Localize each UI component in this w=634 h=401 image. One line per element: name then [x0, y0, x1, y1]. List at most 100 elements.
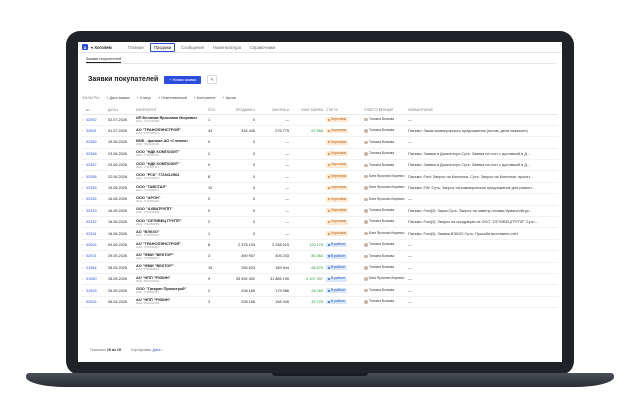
order-number[interactable]: 02004 [86, 296, 108, 309]
responsible-cell[interactable]: Татьяна Волкова [364, 262, 408, 274]
table-row[interactable]: › 02001 29.05.2026 АО "ФМИ "ВЕКТОР" ИНН: 772… [82, 250, 558, 263]
responsible-cell[interactable]: Татьяна Волкова [364, 125, 408, 138]
table-row[interactable]: › 02334 16.06.2026 ООО "АРОН" ИНН: 771965442… [82, 193, 558, 206]
order-number[interactable]: 02368 [86, 148, 108, 161]
status-cell[interactable]: Черновик [326, 148, 364, 161]
subtab-customer-orders[interactable]: Заявки покупателей [86, 57, 122, 63]
table-row[interactable]: › 02368 23.06.2026 ООО "НДК КОМПОЗИТ" ИНН: 7… [82, 148, 558, 161]
status-cell[interactable]: Черновик [326, 125, 364, 138]
order-number[interactable]: 02334 [86, 193, 108, 206]
order-number[interactable]: 02332 [86, 216, 108, 229]
status-cell[interactable]: Черновик [326, 170, 364, 183]
status-cell[interactable]: Черновик [326, 136, 364, 149]
filter-date[interactable]: + Дата заявки [106, 96, 129, 100]
counterparty-cell[interactable]: АО "ТРАНСФЭНСТРОЙ" ИНН: 7702348412 [136, 125, 208, 138]
counterparty-cell[interactable]: ООО "РСК" 7723412564 ИНН: 7723412564 [136, 170, 208, 183]
responsible-cell[interactable]: Татьяна Волкова [364, 136, 408, 149]
counterparty-cell[interactable]: ООО "АРОН" ИНН: 7719654420 [136, 193, 208, 206]
counterparty-cell[interactable]: ООО "Гагарин Промстрой" ИНН: 7720654321 [136, 284, 208, 297]
table-row[interactable]: › 02333 16.06.2026 ООО "АХВАТРУПП" ИНН: 7701… [82, 205, 558, 218]
tab-references[interactable]: Справочники [247, 44, 278, 51]
table-row[interactable]: › 01950 28.05.2026 АО "НПП "РУБИН" ИНН: 5834… [82, 273, 558, 286]
tab-sales[interactable]: Продажи [149, 42, 176, 52]
filter-responsible[interactable]: + Ответственный [158, 96, 187, 100]
col-responsible[interactable]: ОТВЕТСТВЕННЫЙ [364, 106, 408, 115]
counterparty-cell[interactable]: АО "ФМИ "ВЕКТОР" ИНН: 7725890012 [136, 262, 208, 274]
status-cell[interactable]: В работе [326, 296, 364, 309]
table-row[interactable]: › 01925 25.05.2026 ООО "Гагарин Промстрой" И… [82, 284, 558, 297]
counterparty-cell[interactable]: КБФ - филиал АО «Гленмо» ИНН: 7813241290 [136, 136, 208, 149]
counterparty-cell[interactable]: ООО "АХВАТРУПП" ИНН: 7701212890 [136, 205, 208, 218]
col-date[interactable]: ДАТА ▾ [108, 106, 136, 115]
table-row[interactable]: › 02004 04.06.2026 АО "ТРАНСФЭНСТРОЙ" ИНН: 7… [82, 239, 558, 252]
company-switcher[interactable]: ▾ Хоголем [91, 45, 112, 50]
new-order-button[interactable]: + Новая заявка [164, 75, 202, 84]
table-row[interactable]: › 01984 28.05.2026 АО "ФМИ "ВЕКТОР" ИНН: 772… [82, 262, 558, 274]
counterparty-cell[interactable]: АО "ТРАНСФЭНСТРОЙ" ИНН: 7702348412 [136, 239, 208, 252]
responsible-cell[interactable]: Батя Ярослав Игоревич [364, 227, 408, 240]
table-row[interactable]: › 02369 19.06.2026 КБФ - филиал АО «Гленмо»… [82, 136, 558, 149]
responsible-cell[interactable]: Батя Ярослав Игоревич [364, 182, 408, 195]
filter-archive[interactable]: + Архив [223, 96, 236, 100]
counterparty-cell[interactable]: АО "ФМИ "ВЕКТОР" ИНН: 7725890012 [136, 250, 208, 263]
counterparty-cell[interactable]: ООО "НДК КОМПОЗИТ" ИНН: 7716327412 [136, 148, 208, 161]
status-cell[interactable]: Черновик [326, 216, 364, 229]
counterparty-cell[interactable]: ООО "ГАВСТАЛ" ИНН: 7714389871 [136, 182, 208, 195]
col-counterparty[interactable]: КОНТРАГЕНТ [136, 106, 208, 115]
order-number[interactable]: 02591 [86, 125, 108, 138]
order-number[interactable]: 01984 [86, 262, 108, 274]
order-number[interactable]: 02331 [86, 227, 108, 240]
responsible-cell[interactable]: Татьяна Волкова [364, 216, 408, 229]
responsible-cell[interactable]: Татьяна Волкова [364, 284, 408, 297]
tab-home[interactable]: Главная [125, 44, 147, 51]
order-number[interactable]: 02592 [86, 114, 108, 126]
table-row[interactable]: › 02004 08.04.2026 АО "НПП "РУБИН" ИНН: 5834… [82, 296, 558, 309]
responsible-cell[interactable]: Татьяна Волкова [364, 205, 408, 218]
col-positions[interactable]: ПОЗ. [208, 106, 224, 115]
responsible-cell[interactable]: Татьяна Волкова [364, 159, 408, 172]
status-cell[interactable]: Черновик [326, 227, 364, 240]
order-number[interactable]: 02367 [86, 159, 108, 172]
counterparty-cell[interactable]: ООО "НДК КОМПОЗИТ" ИНН: 7716327412 [136, 159, 208, 172]
sort-indicator[interactable]: Сортировка: Дата ↓ [131, 348, 164, 352]
status-cell[interactable]: Черновик [326, 114, 364, 126]
col-number[interactable]: № [86, 106, 108, 115]
filter-counterparty[interactable]: + Контрагент [194, 96, 216, 100]
table-row[interactable]: › 02592 02.07.2026 ИП Беляева Ярослава Игор… [82, 114, 558, 126]
responsible-cell[interactable]: Батя Ярослав Игоревич [364, 170, 408, 183]
table-row[interactable]: › 02331 16.06.2026 АО "ВЭКЗО" ИНН: 770876543… [82, 227, 558, 240]
counterparty-cell[interactable]: АО "НПП "РУБИН" ИНН: 5834012345 [136, 296, 208, 309]
responsible-cell[interactable]: Татьяна Волкова [364, 148, 408, 161]
order-number[interactable]: 02333 [86, 205, 108, 218]
order-number[interactable]: 02001 [86, 250, 108, 263]
tab-messages[interactable]: Сообщения [178, 44, 207, 51]
status-cell[interactable]: Черновик [326, 193, 364, 206]
order-number[interactable]: 01950 [86, 273, 108, 286]
responsible-cell[interactable]: Батя Ярослав Игоревич [364, 273, 408, 286]
tab-nomenclature[interactable]: Номенклатура [210, 44, 244, 51]
table-row[interactable]: › 02332 16.06.2026 ООО "СЕТИВЕЦ ГРУПП" ИНН: … [82, 216, 558, 229]
order-number[interactable]: 01925 [86, 284, 108, 297]
counterparty-cell[interactable]: ИП Беляева Ярослава Игоревич ИНН: 7721345… [136, 114, 208, 126]
status-cell[interactable]: В работе [326, 273, 364, 286]
col-comment[interactable]: КОММЕНТАРИЙ [408, 106, 558, 115]
status-cell[interactable]: В работе [326, 250, 364, 263]
status-cell[interactable]: Черновик [326, 182, 364, 195]
status-cell[interactable]: Черновик [326, 159, 364, 172]
order-number[interactable]: 02356 [86, 170, 108, 183]
order-number[interactable]: 02369 [86, 136, 108, 149]
col-status[interactable]: СТАТУС [326, 106, 364, 115]
col-purchase[interactable]: ЗАКУПКА ₽ [258, 106, 292, 115]
order-number[interactable]: 02004 [86, 239, 108, 252]
responsible-cell[interactable]: Батя Ярослав Игоревич [364, 193, 408, 206]
col-sales[interactable]: ПРОДАЖИ ₽ [224, 106, 258, 115]
counterparty-cell[interactable]: АО "НПП "РУБИН" ИНН: 5834012345 [136, 273, 208, 286]
status-cell[interactable]: Черновик [326, 205, 364, 218]
responsible-cell[interactable]: Татьяна Волкова [364, 114, 408, 126]
status-cell[interactable]: В работе [326, 262, 364, 274]
app-logo[interactable]: A [82, 44, 88, 50]
counterparty-cell[interactable]: ООО "СЕТИВЕЦ ГРУПП" ИНН: 7710453289 [136, 216, 208, 229]
responsible-cell[interactable]: Татьяна Волкова [364, 239, 408, 252]
edit-icon[interactable]: ✎ [207, 75, 217, 84]
table-row[interactable]: › 02356 22.06.2026 ООО "РСК" 7723412564 ИНН:… [82, 170, 558, 183]
